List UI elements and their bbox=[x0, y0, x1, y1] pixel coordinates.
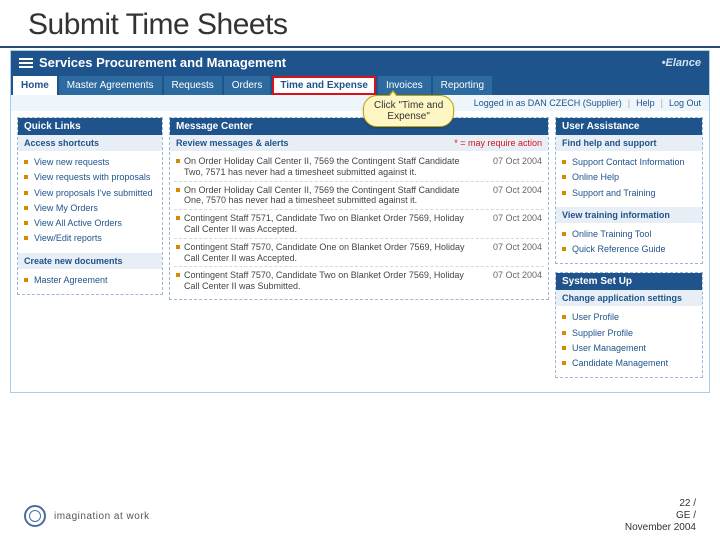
slide-title: Submit Time Sheets bbox=[0, 0, 720, 46]
ge-logo-icon bbox=[24, 505, 46, 527]
footer-date: November 2004 bbox=[625, 522, 696, 534]
nav-master-agreements[interactable]: Master Agreements bbox=[59, 76, 162, 95]
message-date: 07 Oct 2004 bbox=[482, 242, 542, 264]
bullet-icon bbox=[176, 216, 180, 220]
callout-line2: Expense" bbox=[387, 111, 429, 122]
system-setup-sub: Change application settings bbox=[556, 290, 702, 306]
footer-meta: 22 / GE / November 2004 bbox=[625, 498, 696, 534]
quick-links-header: Quick Links bbox=[18, 118, 162, 135]
nav-home[interactable]: Home bbox=[13, 76, 57, 95]
separator: | bbox=[661, 98, 663, 108]
message-row[interactable]: Contingent Staff 7570, Candidate Two on … bbox=[174, 267, 544, 295]
message-row[interactable]: On Order Holiday Call Center II, 7569 th… bbox=[174, 153, 544, 182]
bullet-icon bbox=[176, 245, 180, 249]
create-master-agreement[interactable]: Master Agreement bbox=[20, 273, 160, 288]
callout-line1: Click "Time and bbox=[374, 100, 443, 111]
ql-view-my-orders[interactable]: View My Orders bbox=[20, 201, 160, 216]
nav-orders[interactable]: Orders bbox=[224, 76, 271, 95]
user-assistance-header: User Assistance bbox=[556, 118, 702, 135]
footer-owner: GE / bbox=[625, 510, 696, 522]
slide-footer: imagination at work 22 / GE / November 2… bbox=[0, 498, 720, 534]
system-setup-panel: System Set Up Change application setting… bbox=[555, 272, 703, 378]
right-column: User Assistance Find help and support Su… bbox=[555, 117, 703, 386]
ua-online-help[interactable]: Online Help bbox=[558, 170, 700, 185]
nav-time-expense[interactable]: Time and Expense bbox=[272, 76, 376, 95]
message-row[interactable]: Contingent Staff 7571, Candidate Two on … bbox=[174, 210, 544, 239]
logout-link[interactable]: Log Out bbox=[669, 98, 701, 108]
ua-support-training[interactable]: Support and Training bbox=[558, 186, 700, 201]
logged-in-label: Logged in as DAN CZECH (Supplier) bbox=[474, 98, 622, 108]
quick-links-sub: Access shortcuts bbox=[18, 135, 162, 151]
nav-bar: Home Master Agreements Requests Orders T… bbox=[11, 74, 709, 95]
message-center-panel: Message Center Review messages & alerts … bbox=[169, 117, 549, 300]
middle-column: Message Center Review messages & alerts … bbox=[169, 117, 549, 308]
nav-requests[interactable]: Requests bbox=[164, 76, 222, 95]
message-date: 07 Oct 2004 bbox=[482, 270, 542, 292]
footer-page: 22 / bbox=[625, 498, 696, 510]
message-text: On Order Holiday Call Center II, 7569 th… bbox=[184, 156, 478, 178]
instruction-callout: Click "Time and Expense" bbox=[363, 95, 454, 127]
message-date: 07 Oct 2004 bbox=[482, 156, 542, 178]
ql-view-edit-reports[interactable]: View/Edit reports bbox=[20, 231, 160, 246]
nav-invoices[interactable]: Invoices bbox=[378, 76, 431, 95]
ql-view-new-requests[interactable]: View new requests bbox=[20, 155, 160, 170]
title-rule bbox=[0, 46, 720, 48]
ss-user-profile[interactable]: User Profile bbox=[558, 310, 700, 325]
ss-supplier-profile[interactable]: Supplier Profile bbox=[558, 326, 700, 341]
help-link[interactable]: Help bbox=[636, 98, 655, 108]
brand-logo: •Elance bbox=[662, 57, 701, 69]
mc-required-note: * = may require action bbox=[454, 138, 542, 148]
message-center-sub: Review messages & alerts * = may require… bbox=[170, 135, 548, 151]
quick-links-panel: Quick Links Access shortcuts View new re… bbox=[17, 117, 163, 295]
app-title: Services Procurement and Management bbox=[39, 55, 286, 70]
user-bar: Click "Time and Expense" Logged in as DA… bbox=[11, 95, 709, 111]
content-columns: Quick Links Access shortcuts View new re… bbox=[11, 111, 709, 392]
footer-tagline: imagination at work bbox=[54, 511, 150, 522]
app-screenshot: Services Procurement and Management •Ela… bbox=[10, 50, 710, 393]
ql-view-proposals-submitted[interactable]: View proposals I've submitted bbox=[20, 186, 160, 201]
nav-reporting[interactable]: Reporting bbox=[433, 76, 492, 95]
message-row[interactable]: On Order Holiday Call Center II, 7569 th… bbox=[174, 182, 544, 211]
left-column: Quick Links Access shortcuts View new re… bbox=[17, 117, 163, 303]
bullet-icon bbox=[176, 273, 180, 277]
separator: | bbox=[628, 98, 630, 108]
message-text: Contingent Staff 7571, Candidate Two on … bbox=[184, 213, 478, 235]
message-date: 07 Oct 2004 bbox=[482, 185, 542, 207]
user-assistance-sub: Find help and support bbox=[556, 135, 702, 151]
user-assistance-panel: User Assistance Find help and support Su… bbox=[555, 117, 703, 264]
ss-candidate-management[interactable]: Candidate Management bbox=[558, 356, 700, 371]
ua-support-contact[interactable]: Support Contact Information bbox=[558, 155, 700, 170]
menu-icon[interactable] bbox=[19, 58, 33, 68]
bullet-icon bbox=[176, 188, 180, 192]
ql-view-requests-proposals[interactable]: View requests with proposals bbox=[20, 170, 160, 185]
message-row[interactable]: Contingent Staff 7570, Candidate One on … bbox=[174, 239, 544, 268]
message-text: Contingent Staff 7570, Candidate One on … bbox=[184, 242, 478, 264]
message-date: 07 Oct 2004 bbox=[482, 213, 542, 235]
message-text: Contingent Staff 7570, Candidate Two on … bbox=[184, 270, 478, 292]
training-sub: View training information bbox=[556, 207, 702, 223]
ss-user-management[interactable]: User Management bbox=[558, 341, 700, 356]
tr-online-training[interactable]: Online Training Tool bbox=[558, 227, 700, 242]
bullet-icon bbox=[176, 159, 180, 163]
app-header: Services Procurement and Management •Ela… bbox=[11, 51, 709, 74]
create-docs-sub: Create new documents bbox=[18, 253, 162, 269]
ql-view-all-active-orders[interactable]: View All Active Orders bbox=[20, 216, 160, 231]
tr-quick-reference[interactable]: Quick Reference Guide bbox=[558, 242, 700, 257]
system-setup-header: System Set Up bbox=[556, 273, 702, 290]
message-text: On Order Holiday Call Center II, 7569 th… bbox=[184, 185, 478, 207]
message-center-header: Message Center bbox=[170, 118, 548, 135]
mc-sub-label: Review messages & alerts bbox=[176, 138, 289, 148]
message-list: On Order Holiday Call Center II, 7569 th… bbox=[170, 151, 548, 299]
